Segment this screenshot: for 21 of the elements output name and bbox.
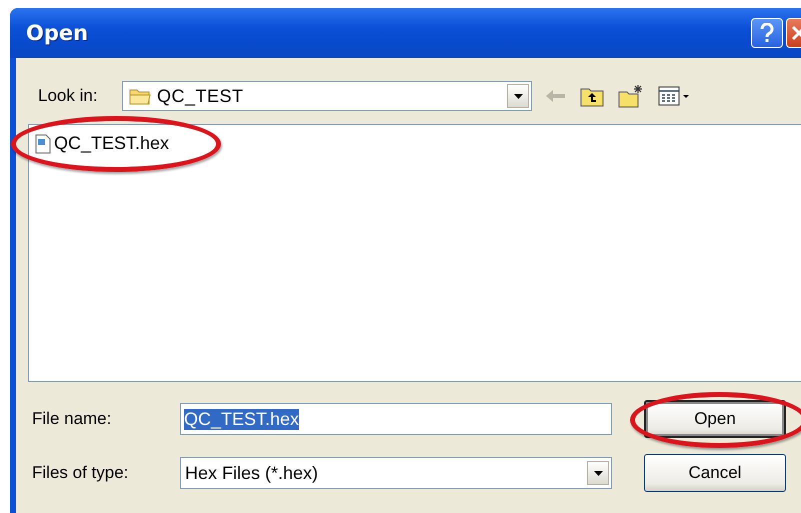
help-button[interactable]: [751, 18, 783, 48]
help-icon: [760, 23, 774, 43]
dropdown-arrow-icon: [514, 94, 522, 98]
cancel-button[interactable]: Cancel: [644, 454, 786, 492]
look-in-dropdown[interactable]: QC_TEST: [122, 81, 532, 111]
open-button[interactable]: Open: [644, 400, 786, 438]
file-name-value: QC_TEST.hex: [184, 408, 300, 430]
file-type-label: Files of type:: [31, 463, 130, 483]
look-in-value: QC_TEST: [157, 86, 244, 106]
file-item[interactable]: QC_TEST.hex: [54, 133, 170, 154]
view-menu-icon[interactable]: [658, 86, 690, 106]
folder-icon: [129, 87, 151, 105]
new-folder-icon[interactable]: [618, 84, 644, 108]
file-name-label: File name:: [31, 409, 112, 429]
file-type-dropdown[interactable]: Hex Files (*.hex): [180, 457, 612, 489]
look-in-label: Look in:: [38, 86, 99, 106]
file-type-value: Hex Files (*.hex): [185, 462, 318, 484]
window-title: Open: [26, 21, 88, 45]
dropdown-arrow-icon: [594, 470, 602, 476]
file-icon: [35, 134, 51, 154]
file-name-field[interactable]: QC_TEST.hex: [180, 403, 612, 435]
